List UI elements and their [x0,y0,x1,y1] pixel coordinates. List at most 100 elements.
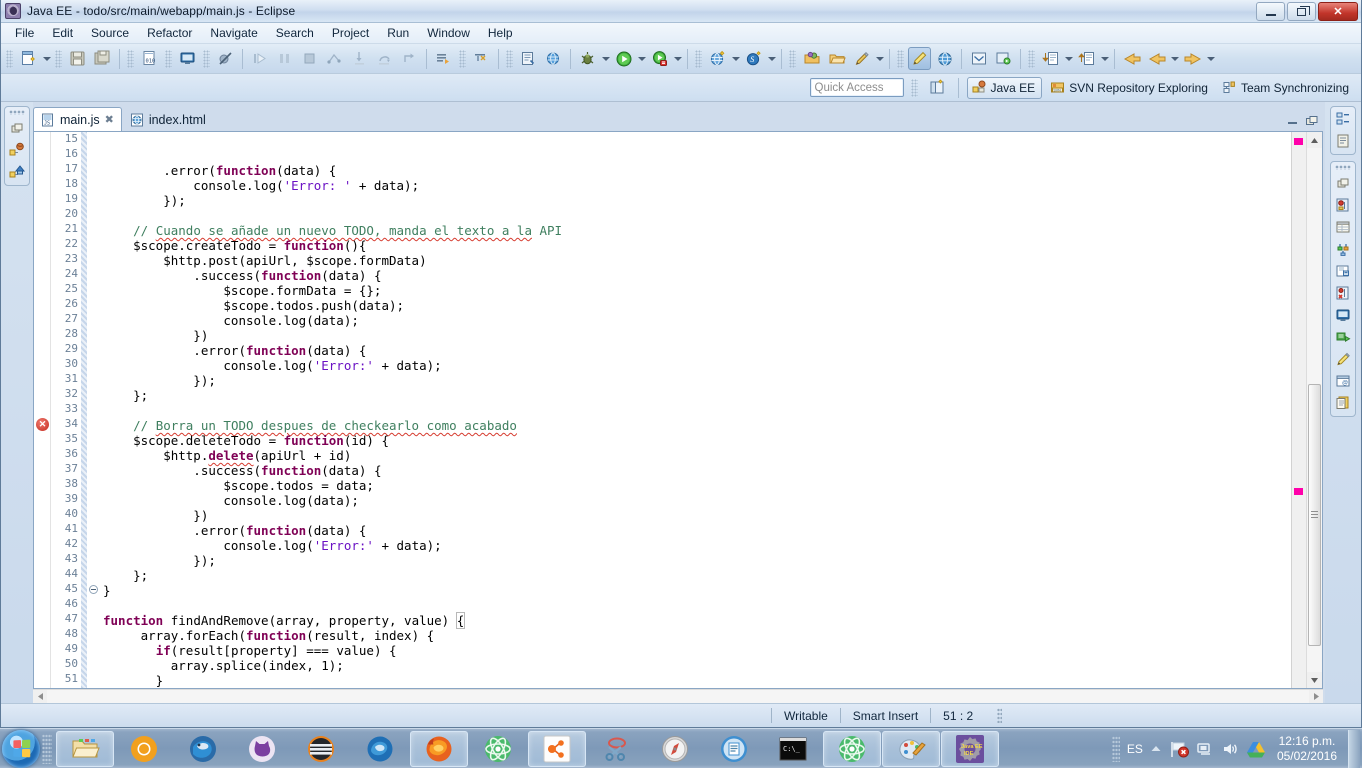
fold-collapse-icon[interactable] [89,585,98,594]
show-desktop-button[interactable] [1348,729,1360,768]
taskbar-eclipse-java-ee[interactable]: Java EE IDE [941,730,999,767]
status-insert-mode[interactable]: Smart Insert [841,709,930,723]
save-icon[interactable] [66,47,89,70]
taskbar-molecule-app[interactable] [528,730,586,767]
action-center-flag-icon[interactable] [1169,739,1189,759]
step-over-icon[interactable] [373,47,396,70]
code-content[interactable]: .error(function(data) { console.log('Err… [101,132,1291,688]
open-search-icon[interactable] [992,47,1015,70]
annotation-gutter[interactable]: ✕ [34,132,51,688]
open-type-icon[interactable] [517,47,540,70]
status-resize-grip[interactable] [997,708,1003,723]
data-source-explorer-icon[interactable] [1334,262,1352,280]
perspective-java-ee[interactable]: Java EE [966,76,1043,99]
code-line[interactable]: console.log('Error:' + data); [101,538,1291,553]
overview-ruler-mark[interactable] [1294,137,1303,145]
error-marker-icon[interactable]: ✕ [36,418,49,431]
toolbar-grip-3[interactable] [127,49,134,68]
import-icon[interactable] [1039,47,1062,70]
outline-icon[interactable] [1334,110,1352,128]
new-svn-icon[interactable]: S [742,47,765,70]
code-line[interactable]: console.log(data); [101,493,1291,508]
taskbar-grip[interactable] [42,733,52,764]
code-line[interactable]: function findAndRemove(array, property, … [101,612,1291,629]
source-editor[interactable]: ✕ 15 16 17 18 19 20 21 22 23 24 25 26 27 28 29 30 31 32 33… [33,132,1323,689]
perspective-grip[interactable] [910,78,918,97]
toolbar-grip-8[interactable] [695,49,702,68]
problems-icon[interactable] [1334,306,1352,324]
toolbar-grip-2[interactable] [55,49,62,68]
menu-edit[interactable]: Edit [43,24,82,42]
h-scroll-track[interactable] [47,689,1309,703]
code-line[interactable]: $scope.todos = data; [101,478,1291,493]
code-line[interactable]: console.log('Error:' + data); [101,358,1291,373]
code-line[interactable]: }; [101,388,1291,403]
start-button[interactable] [2,729,40,768]
suspend-icon[interactable] [273,47,296,70]
forward-icon[interactable] [1181,47,1204,70]
new-web-project-icon[interactable] [706,47,729,70]
taskbar-command-prompt[interactable]: C:\_ [764,731,822,767]
overview-ruler-mark[interactable] [1294,487,1303,495]
taskbar-file-explorer[interactable] [56,730,114,767]
import-dropdown-icon[interactable] [1063,47,1074,70]
toolbar-grip-11[interactable] [1028,49,1035,68]
volume-icon[interactable] [1221,740,1239,758]
debug-dropdown-icon[interactable] [600,47,611,70]
code-line[interactable]: .success(function(data) { [101,463,1291,478]
pencil-highlight-icon[interactable] [908,47,931,70]
restore-view-icon[interactable] [8,119,26,137]
quick-access-input[interactable]: Quick Access [809,78,904,97]
snippets-icon[interactable] [1334,284,1352,302]
toolbar-grip[interactable] [6,49,13,68]
stack-handle[interactable] [9,110,25,115]
code-line[interactable]: $scope.formData = {}; [101,283,1291,298]
code-line[interactable]: // Borra un TODO despues de checkearlo c… [101,418,1291,433]
next-annotation-icon[interactable] [432,47,455,70]
restore-view-icon-2[interactable] [1334,174,1352,192]
previous-annotation-icon[interactable] [470,47,493,70]
google-drive-icon[interactable] [1246,740,1266,758]
taskbar-github-desktop[interactable] [233,731,291,767]
code-line[interactable]: .error(function(data) { [101,163,1291,178]
code-line[interactable]: $scope.todos.push(data); [101,298,1291,313]
taskbar-atom-pinned[interactable] [469,731,527,767]
code-line[interactable]: }); [101,373,1291,388]
new-wizard-dropdown-icon[interactable] [41,47,52,70]
terminate-icon[interactable] [298,47,321,70]
console-view-icon[interactable] [1334,328,1352,346]
activate-task-icon[interactable] [850,47,873,70]
code-line[interactable]: $scope.createTodo = function(){ [101,238,1291,253]
open-task-icon[interactable] [800,47,823,70]
toolbar-grip-6[interactable] [459,49,466,68]
code-line[interactable]: $scope.deleteTodo = function(id) { [101,433,1291,448]
taskbar-firefox-developer[interactable] [351,731,409,767]
folding-ruler[interactable] [88,132,101,688]
perspective-svn[interactable]: SVN SVN Repository Exploring [1046,77,1214,99]
scroll-down-arrow[interactable] [1307,672,1322,688]
markers-icon[interactable] [1334,196,1352,214]
taskbar-compass-app[interactable] [646,731,704,767]
internal-browser-icon[interactable]: @ [1334,372,1352,390]
export-dropdown-icon[interactable] [1099,47,1110,70]
code-line[interactable]: .success(function(data) { [101,268,1291,283]
open-web-browser-icon[interactable] [542,47,565,70]
disconnect-icon[interactable] [323,47,346,70]
overview-ruler[interactable] [1291,132,1306,688]
scroll-thumb[interactable] [1308,383,1321,646]
editor-tab-main-js[interactable]: JS main.js ✖ [33,107,122,131]
menu-search[interactable]: Search [267,24,323,42]
new-jsp-icon[interactable]: 010 [138,47,161,70]
run-icon[interactable] [612,47,635,70]
history-icon[interactable] [1334,394,1352,412]
scroll-left-arrow[interactable] [33,690,47,704]
new-wizard-icon[interactable] [17,47,40,70]
maximize-editor-icon[interactable] [1305,114,1319,127]
code-line[interactable]: } [101,583,1291,598]
back-dropdown-icon[interactable] [1169,47,1180,70]
menu-window[interactable]: Window [418,24,479,42]
taskbar-snipping-tool[interactable] [587,731,645,767]
code-line[interactable]: }); [101,553,1291,568]
svn-dropdown-icon[interactable] [766,47,777,70]
toolbar-grip-7[interactable] [506,49,513,68]
